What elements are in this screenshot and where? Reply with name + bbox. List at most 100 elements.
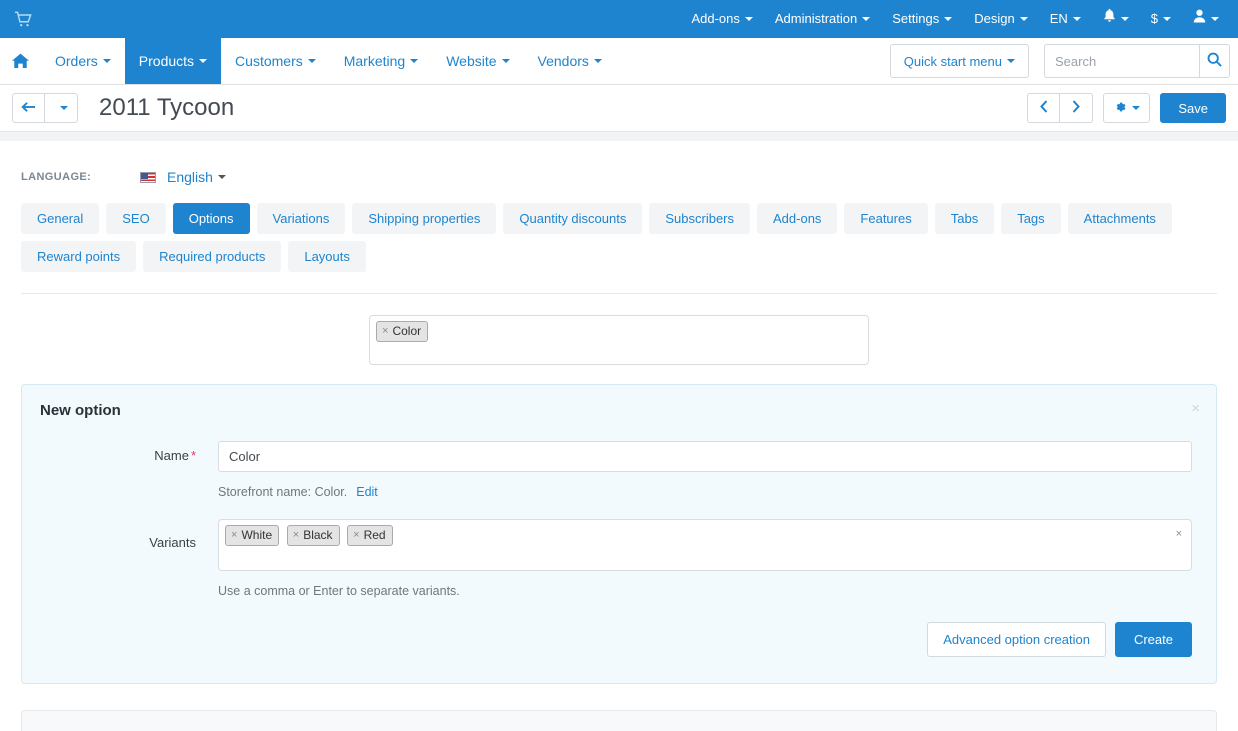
remove-icon[interactable]: × <box>382 325 388 338</box>
name-field-row: Name* Storefront name: Color. Edit <box>22 441 1216 499</box>
chevron-down-icon <box>593 59 602 63</box>
topbar-item-settings[interactable]: Settings <box>881 0 963 38</box>
topbar-item-administration[interactable]: Administration <box>764 0 881 38</box>
back-button[interactable] <box>12 93 45 123</box>
tab-variations[interactable]: Variations <box>256 203 346 234</box>
chevron-down-icon <box>307 59 316 63</box>
chevron-down-icon <box>1132 106 1141 110</box>
name-label-text: Name <box>154 448 189 463</box>
tab-seo[interactable]: SEO <box>106 203 166 234</box>
tab-subscribers[interactable]: Subscribers <box>649 203 750 234</box>
option-name-input[interactable] <box>218 441 1192 472</box>
topbar-item-user[interactable] <box>1182 0 1230 38</box>
nav-item-products[interactable]: Products <box>124 38 222 84</box>
option-tag-color[interactable]: × Color <box>376 321 429 343</box>
option-tag-label: Color <box>392 324 422 338</box>
quick-start-menu-button[interactable]: Quick start menu <box>889 44 1029 78</box>
remove-icon[interactable]: × <box>231 529 237 542</box>
chevron-left-icon <box>1040 100 1048 116</box>
topbar-item-design[interactable]: Design <box>963 0 1038 38</box>
bell-icon <box>1103 0 1116 38</box>
clear-variants-icon[interactable]: × <box>1176 529 1182 540</box>
remove-icon[interactable]: × <box>293 529 299 542</box>
nav-item-orders[interactable]: Orders <box>41 38 125 84</box>
variants-label: Variants <box>149 535 196 550</box>
nav-item-website[interactable]: Website <box>432 38 523 84</box>
quick-start-menu-label: Quick start menu <box>903 53 1002 69</box>
nav-item-customers[interactable]: Customers <box>221 38 330 84</box>
remove-icon[interactable]: × <box>353 529 359 542</box>
topbar-item-language[interactable]: EN <box>1039 0 1092 38</box>
next-product-button[interactable] <box>1060 93 1094 123</box>
variants-tagbox[interactable]: × White × Black × Red × <box>218 519 1192 571</box>
chevron-down-icon <box>217 175 226 179</box>
tab-general[interactable]: General <box>21 203 100 234</box>
topbar-item-currency[interactable]: $ <box>1140 0 1182 38</box>
language-row: LANGUAGE: English <box>21 141 1217 203</box>
topbar-item-addons[interactable]: Add-ons <box>680 0 763 38</box>
chevron-down-icon <box>1163 17 1171 21</box>
topbar-item-label: EN <box>1049 11 1068 26</box>
variants-field-row: Variants × White × Black × Red × Use a c… <box>22 519 1216 598</box>
top-utility-bar: Add-ons Administration Settings Design E… <box>0 0 1238 38</box>
topbar-item-notifications[interactable] <box>1092 0 1140 38</box>
nav-item-vendors[interactable]: Vendors <box>524 38 616 84</box>
variant-tag-black[interactable]: × Black <box>286 525 340 547</box>
search-icon <box>1207 52 1222 70</box>
tab-options[interactable]: Options <box>172 203 250 234</box>
name-label: Name * <box>22 441 218 463</box>
cart-icon[interactable] <box>14 9 36 29</box>
chevron-down-icon <box>501 59 510 63</box>
save-button[interactable]: Save <box>1160 93 1226 123</box>
new-option-actions: Advanced option creation Create <box>22 622 1216 657</box>
search-group <box>1044 44 1230 78</box>
topbar-item-label: Add-ons <box>691 11 740 26</box>
variant-tag-red[interactable]: × Red <box>347 525 393 547</box>
back-button-group <box>12 93 78 123</box>
top-utility-menu: Add-ons Administration Settings Design E… <box>680 0 1230 38</box>
chevron-down-icon <box>59 106 68 110</box>
nav-item-label: Orders <box>55 53 98 69</box>
tab-add-ons[interactable]: Add-ons <box>757 203 838 234</box>
nav-item-label: Website <box>446 53 497 69</box>
options-tagbox-row: × Color <box>21 294 1217 365</box>
chevron-down-icon <box>410 59 419 63</box>
create-option-button[interactable]: Create <box>1114 622 1192 657</box>
chevron-down-icon <box>102 59 111 63</box>
language-label: LANGUAGE: <box>21 171 92 183</box>
back-dropdown-button[interactable] <box>45 93 78 123</box>
language-selector[interactable]: English <box>167 169 226 185</box>
home-icon[interactable] <box>0 38 41 84</box>
tab-reward-points[interactable]: Reward points <box>21 241 137 272</box>
previous-product-button[interactable] <box>1027 93 1061 123</box>
variant-tag-label: Red <box>363 528 386 542</box>
tab-tabs[interactable]: Tabs <box>934 203 995 234</box>
tab-attachments[interactable]: Attachments <box>1067 203 1172 234</box>
tab-quantity-discounts[interactable]: Quantity discounts <box>503 203 643 234</box>
edit-storefront-name-link[interactable]: Edit <box>356 485 378 499</box>
tab-features[interactable]: Features <box>844 203 928 234</box>
chevron-down-icon <box>1072 17 1081 21</box>
main-navigation: Orders Products Customers Marketing Webs… <box>0 38 1238 85</box>
settings-dropdown-button[interactable] <box>1103 93 1151 123</box>
product-tabs: General SEO Options Variations Shipping … <box>21 203 1217 282</box>
tab-tags[interactable]: Tags <box>1001 203 1061 234</box>
close-icon[interactable]: × <box>1191 401 1200 416</box>
options-tagbox[interactable]: × Color <box>369 315 869 365</box>
page-titlebar: 2011 Tycoon Save <box>0 85 1238 132</box>
chevron-down-icon <box>1211 17 1219 21</box>
tab-required-products[interactable]: Required products <box>143 241 282 272</box>
nav-item-marketing[interactable]: Marketing <box>330 38 432 84</box>
storefront-name-help: Storefront name: Color. Edit <box>218 485 1192 499</box>
nav-item-label: Marketing <box>343 53 406 69</box>
search-input[interactable] <box>1044 44 1199 78</box>
variant-tag-label: Black <box>303 528 333 542</box>
pagination-group <box>1027 93 1094 123</box>
tab-layouts[interactable]: Layouts <box>288 241 366 272</box>
variant-tag-white[interactable]: × White <box>225 525 280 547</box>
page-title: 2011 Tycoon <box>99 94 235 121</box>
advanced-option-creation-button[interactable]: Advanced option creation <box>927 622 1106 657</box>
search-button[interactable] <box>1199 44 1230 78</box>
tab-shipping-properties[interactable]: Shipping properties <box>352 203 497 234</box>
topbar-item-label: Settings <box>892 11 940 26</box>
